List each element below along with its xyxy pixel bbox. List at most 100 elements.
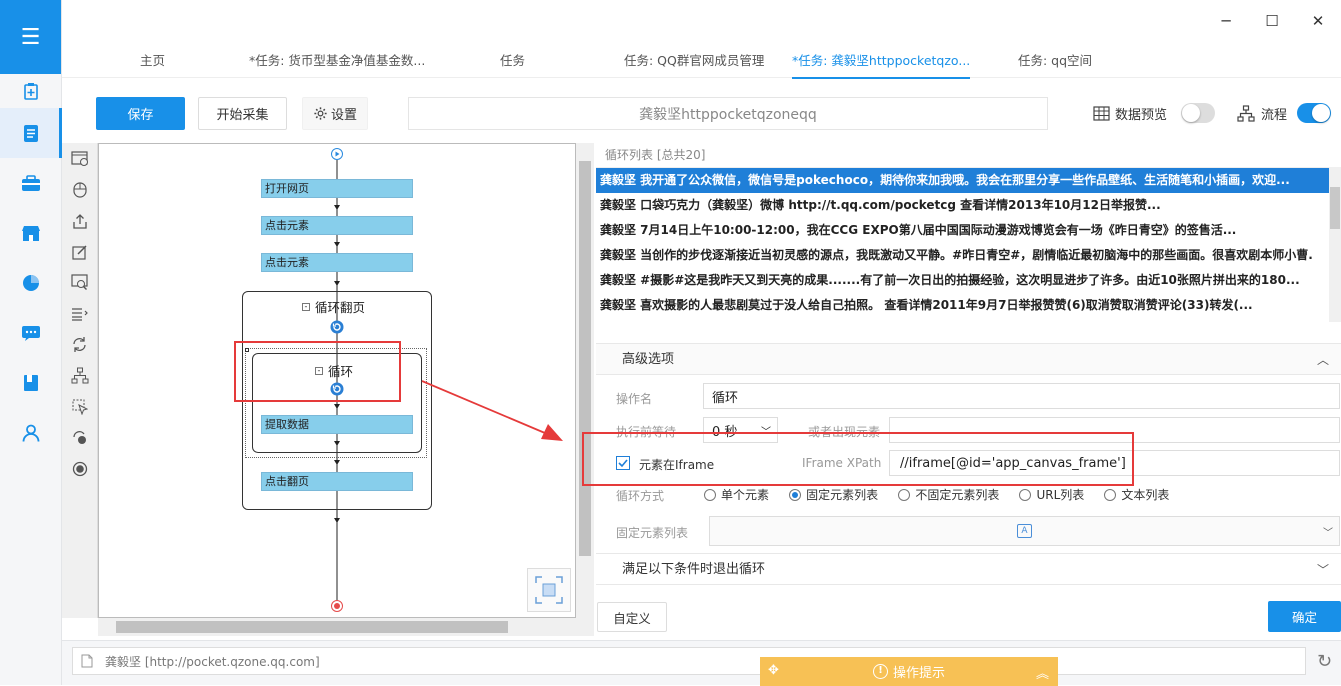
annotation-arrow (421, 380, 563, 441)
minimize-icon[interactable]: ─ (1203, 10, 1249, 32)
mode-text-list-label: 文本列表 (1121, 488, 1170, 502)
open-page-tool-icon[interactable] (62, 143, 97, 174)
flow-label: 流程 (1261, 107, 1288, 123)
chart-icon[interactable] (0, 258, 61, 308)
list-item[interactable]: 龚毅坚 喜欢摄影的人最悲剧莫过于没人给自己拍照。 查看详情2011年9月7日举报… (596, 293, 1329, 318)
mode-url-list[interactable]: URL列表 (1019, 486, 1084, 503)
operation-tips-bar[interactable]: ✥ ! 操作提示 ︽ (760, 657, 1058, 686)
loop-mode-options: 单个元素 固定元素列表 不固定元素列表 URL列表 文本列表 (704, 486, 1185, 505)
input-text-tool-icon[interactable] (62, 236, 97, 267)
move-icon[interactable]: ✥ (768, 663, 779, 678)
loop-list-header: 循环列表 [总共20] (605, 148, 706, 162)
recognize-tool-icon[interactable] (62, 267, 97, 298)
select-tool-icon[interactable] (62, 391, 97, 422)
new-task-icon[interactable] (0, 74, 61, 108)
tab-qzone[interactable]: 任务: qq空间 (1018, 44, 1092, 78)
mode-fixed-list-label: 固定元素列表 (806, 488, 879, 502)
list-scrollbar[interactable] (1329, 167, 1341, 322)
open-page-node[interactable]: 打开网页 (261, 179, 413, 198)
tab-current-task[interactable]: *任务: 龚毅坚httppocketqzo... (792, 44, 971, 79)
loop-page-label: 循环翻页 (315, 300, 366, 315)
flow-start-icon[interactable] (331, 148, 343, 160)
settings-button[interactable]: 设置 (302, 97, 368, 130)
user-icon[interactable] (0, 408, 61, 458)
click-element-node[interactable]: 点击元素 (261, 216, 413, 235)
gear-icon (314, 107, 327, 120)
chevron-down-icon-2: ﹀ (1323, 527, 1333, 539)
stop-tool-icon[interactable] (62, 453, 97, 484)
refresh-icon[interactable]: ↻ (1317, 651, 1332, 672)
settings-label: 设置 (330, 108, 357, 123)
loop-tool-icon[interactable] (62, 329, 97, 360)
flow-icon (1237, 104, 1255, 122)
mode-variable-list[interactable]: 不固定元素列表 (898, 486, 999, 503)
click-element-node-2[interactable]: 点击元素 (261, 253, 413, 272)
tab-qq-group[interactable]: 任务: QQ群官网成员管理 (624, 44, 764, 78)
expand-up-icon[interactable]: ︽ (1036, 663, 1049, 682)
radio-selected-icon (789, 488, 802, 501)
list-tool-icon[interactable] (62, 298, 97, 329)
flow-end-icon[interactable] (331, 600, 343, 612)
custom-button[interactable]: 自定义 (597, 602, 667, 632)
extract-tool-icon[interactable] (62, 205, 97, 236)
canvas-vertical-scrollbar[interactable] (576, 143, 594, 618)
list-item[interactable]: 龚毅坚 #摄影#这是我昨天又到天亮的成果.......有了前一次日出的拍摄经验，… (596, 268, 1329, 293)
extract-data-node[interactable]: 提取数据 (261, 415, 413, 434)
loop-mode-label: 循环方式 (616, 489, 665, 503)
mode-fixed-list[interactable]: 固定元素列表 (789, 486, 878, 503)
page-url-bar[interactable]: 龚毅坚 [http://pocket.qzone.qq.com] (72, 647, 1306, 675)
click-tool-icon[interactable] (62, 174, 97, 205)
tab-task[interactable]: 任务 (500, 44, 525, 78)
list-item[interactable]: 龚毅坚 我开通了公众微信，微信号是pokechoco，期待你来加我哦。我会在那里… (596, 168, 1329, 193)
exit-condition-header[interactable]: 满足以下条件时退出循环 ﹀ (596, 553, 1341, 585)
toolbox-icon[interactable] (0, 158, 61, 208)
click-next-page-node[interactable]: 点击翻页 (261, 472, 413, 491)
data-preview-label: 数据预览 (1115, 107, 1168, 123)
ok-button[interactable]: 确定 (1268, 601, 1341, 632)
mode-single[interactable]: 单个元素 (704, 486, 769, 503)
save-button[interactable]: 保存 (96, 97, 185, 130)
chevron-down-icon-3[interactable]: ﹀ (1317, 554, 1329, 586)
tool-palette (62, 143, 98, 618)
branch-tool-icon[interactable] (62, 360, 97, 391)
radio-icon (1104, 488, 1117, 501)
table-icon (1093, 105, 1110, 121)
list-scroll-thumb[interactable] (1330, 187, 1340, 229)
close-icon[interactable]: ✕ (1295, 10, 1341, 32)
annotation-box-loop (234, 341, 401, 402)
radio-icon (1019, 488, 1032, 501)
loop-page-title: - 循环翻页 (302, 297, 365, 316)
book-icon[interactable] (0, 358, 61, 408)
data-preview-toggle[interactable] (1181, 103, 1216, 123)
tab-home[interactable]: 主页 (140, 44, 165, 78)
canvas-hscroll-thumb[interactable] (116, 621, 508, 633)
chevron-up-icon[interactable]: ︿ (1317, 344, 1329, 376)
fixed-list-input[interactable]: A ﹀ (709, 516, 1340, 546)
text-icon: A (1017, 524, 1032, 538)
loop-list: 龚毅坚 我开通了公众微信，微信号是pokechoco，期待你来加我哦。我会在那里… (596, 167, 1329, 322)
flow-toggle[interactable] (1297, 103, 1332, 123)
message-icon[interactable] (0, 308, 61, 358)
canvas-vscroll-thumb[interactable] (579, 161, 591, 556)
tab-fund-task[interactable]: *任务: 货币型基金净值基金数... (249, 44, 425, 78)
list-item[interactable]: 龚毅坚 7月14日上午10:00-12:00，我在CCG EXPO第八届中国国际… (596, 218, 1329, 243)
list-item[interactable]: 龚毅坚 口袋巧克力（龚毅坚）微博 http://t.qq.com/pocketc… (596, 193, 1329, 218)
task-name-bar[interactable]: 龚毅坚httppocketqzoneqq (408, 97, 1048, 130)
maximize-icon[interactable]: ☐ (1249, 10, 1295, 32)
list-item[interactable]: 龚毅坚 当创作的步伐逐渐接近当初灵感的源点，我既激动又平静。#昨日青空#，剧情临… (596, 243, 1329, 268)
mode-text-list[interactable]: 文本列表 (1104, 486, 1169, 503)
menu-icon[interactable]: ☰ (0, 0, 61, 74)
canvas-horizontal-scrollbar[interactable] (98, 618, 594, 636)
advanced-options-header[interactable]: 高级选项 ︿ (596, 343, 1341, 375)
fixed-list-label: 固定元素列表 (616, 526, 689, 540)
advanced-options-title: 高级选项 (622, 352, 675, 367)
task-list-icon[interactable] (0, 108, 62, 158)
page-icon (81, 654, 93, 668)
wait-tool-icon[interactable] (62, 422, 97, 453)
op-name-input[interactable]: 循环 (703, 383, 1340, 409)
fit-view-icon[interactable] (527, 568, 571, 612)
right-panel: 循环列表 [总共20] 龚毅坚 我开通了公众微信，微信号是pokechoco，期… (596, 143, 1341, 640)
start-collect-button[interactable]: 开始采集 (198, 97, 287, 130)
store-icon[interactable] (0, 208, 61, 258)
collapse-icon[interactable]: - (302, 302, 310, 311)
